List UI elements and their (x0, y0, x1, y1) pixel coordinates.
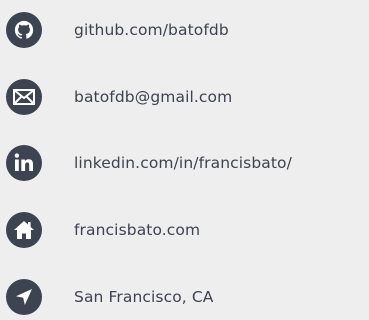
contact-list: github.com/batofdb batofdb@gmail.com lin… (0, 0, 369, 320)
contact-email-label: batofdb@gmail.com (74, 88, 233, 106)
contact-github[interactable]: github.com/batofdb (6, 12, 229, 48)
location-arrow-icon (6, 279, 42, 315)
contact-linkedin-label: linkedin.com/in/francisbato/ (74, 154, 292, 172)
github-icon (6, 12, 42, 48)
contact-email[interactable]: batofdb@gmail.com (6, 79, 232, 115)
mail-icon (6, 79, 42, 115)
contact-website[interactable]: francisbato.com (6, 212, 200, 248)
contact-github-label: github.com/batofdb (74, 21, 229, 39)
home-icon (6, 212, 42, 248)
contact-location[interactable]: San Francisco, CA (6, 279, 213, 315)
linkedin-icon (6, 145, 42, 181)
contact-linkedin[interactable]: linkedin.com/in/francisbato/ (6, 145, 292, 181)
contact-website-label: francisbato.com (74, 221, 201, 239)
contact-location-label: San Francisco, CA (74, 288, 214, 306)
